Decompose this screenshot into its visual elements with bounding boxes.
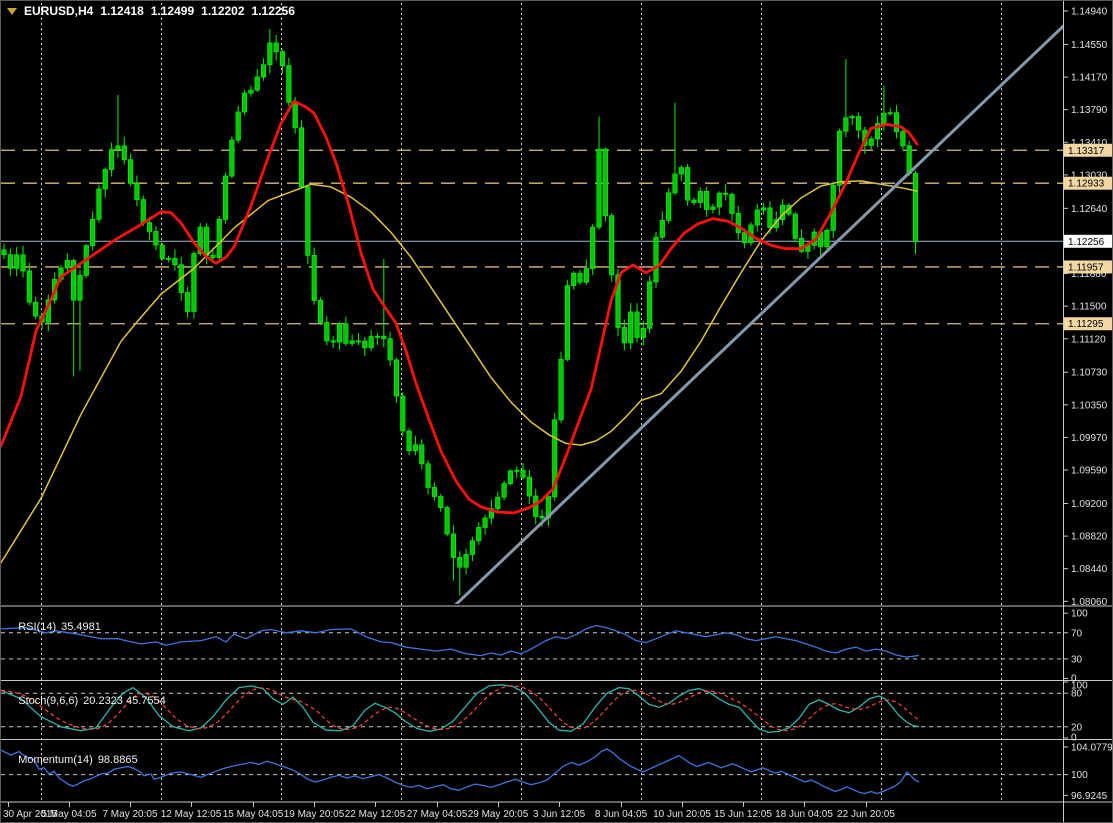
chart-title-bar: EURUSD,H4 1.12418 1.12499 1.12202 1.1225… — [7, 4, 295, 18]
svg-text:1.08440: 1.08440 — [1071, 564, 1108, 575]
svg-text:104.0779: 104.0779 — [1071, 743, 1113, 754]
svg-text:70: 70 — [1071, 628, 1083, 639]
momentum-axis[interactable]: 104.0779 100 96.9245 — [1063, 743, 1113, 802]
chart-window: EURUSD,H4 1.12418 1.12499 1.12202 1.1225… — [0, 0, 1113, 823]
svg-text:8 Jun 04:05: 8 Jun 04:05 — [595, 809, 648, 820]
svg-text:7 May 20:05: 7 May 20:05 — [102, 809, 157, 820]
svg-text:80: 80 — [1071, 689, 1083, 700]
ohlc-low: 1.12202 — [201, 4, 244, 18]
svg-text:100: 100 — [1071, 770, 1088, 781]
momentum-panel-label: Momentum(14)98.8865 — [6, 742, 143, 778]
svg-text:1.14940: 1.14940 — [1071, 7, 1108, 18]
svg-text:3 Jun 12:05: 3 Jun 12:05 — [533, 809, 586, 820]
svg-text:1.11957: 1.11957 — [1068, 262, 1104, 273]
svg-text:29 May 20:05: 29 May 20:05 — [468, 809, 529, 820]
svg-text:1.12933: 1.12933 — [1068, 179, 1105, 190]
price-axis[interactable]: 1.149401.145501.141701.137901.134101.130… — [1063, 7, 1113, 608]
rsi-axis[interactable]: 10070300 — [1063, 609, 1088, 685]
svg-text:1.11295: 1.11295 — [1068, 319, 1104, 330]
ohlc-open: 1.12418 — [100, 4, 143, 18]
svg-text:1.13317: 1.13317 — [1068, 146, 1105, 157]
svg-text:1.09200: 1.09200 — [1071, 499, 1108, 510]
svg-text:1.08820: 1.08820 — [1071, 532, 1108, 543]
svg-text:30: 30 — [1071, 654, 1083, 665]
slow-ma-yellow-line — [1, 181, 917, 563]
svg-text:1.13790: 1.13790 — [1071, 105, 1108, 116]
level-price-tag: 1.12933 — [1064, 177, 1113, 190]
rsi-line — [1, 626, 919, 657]
svg-text:1.11120: 1.11120 — [1071, 334, 1106, 345]
svg-text:1.11500: 1.11500 — [1071, 302, 1107, 313]
stochastic-panel-label: Stoch(9,6,6)20.2323 45.7554 — [6, 683, 171, 719]
svg-text:15 Jun 12:05: 15 Jun 12:05 — [714, 809, 772, 820]
fast-ma-red-line — [1, 101, 917, 513]
svg-text:22 May 12:05: 22 May 12:05 — [345, 809, 406, 820]
svg-text:1.08060: 1.08060 — [1071, 597, 1108, 608]
svg-text:19 May 20:05: 19 May 20:05 — [284, 809, 345, 820]
svg-text:1.10350: 1.10350 — [1071, 400, 1108, 411]
symbol-label: EURUSD,H4 — [24, 4, 93, 18]
level-price-tag: 1.11957 — [1064, 260, 1113, 273]
svg-text:12 May 12:05: 12 May 12:05 — [161, 809, 222, 820]
time-axis[interactable]: 30 Apr 20155 May 04:057 May 20:0512 May … — [3, 802, 895, 820]
svg-text:1.14170: 1.14170 — [1071, 73, 1108, 84]
svg-text:27 May 04:05: 27 May 04:05 — [407, 809, 468, 820]
svg-text:1.10730: 1.10730 — [1071, 368, 1108, 379]
level-price-tag: 1.13317 — [1064, 144, 1113, 157]
symbol-collapse-icon[interactable] — [7, 8, 17, 15]
rsi-panel[interactable] — [1, 626, 1063, 659]
svg-text:5 May 04:05: 5 May 04:05 — [41, 809, 96, 820]
momentum-panel[interactable] — [1, 749, 1063, 794]
svg-text:1.12256: 1.12256 — [1068, 237, 1105, 248]
svg-text:15 May 04:05: 15 May 04:05 — [223, 809, 284, 820]
rsi-panel-label: RSI(14)35.4981 — [6, 609, 106, 645]
svg-text:100: 100 — [1071, 609, 1088, 620]
svg-text:18 Jun 04:05: 18 Jun 04:05 — [775, 809, 833, 820]
svg-text:22 Jun 20:05: 22 Jun 20:05 — [837, 809, 895, 820]
svg-text:1.09970: 1.09970 — [1071, 433, 1108, 444]
svg-text:1.09590: 1.09590 — [1071, 466, 1108, 477]
svg-text:1.12640: 1.12640 — [1071, 204, 1108, 215]
candles — [2, 29, 918, 595]
svg-text:96.9245: 96.9245 — [1071, 791, 1108, 802]
current-price-tag: 1.12256 — [1064, 235, 1113, 248]
main-price-panel[interactable] — [1, 9, 1081, 607]
ohlc-high: 1.12499 — [151, 4, 194, 18]
svg-text:10 Jun 20:05: 10 Jun 20:05 — [653, 809, 711, 820]
svg-text:1.14550: 1.14550 — [1071, 40, 1108, 51]
ascending-trendline[interactable] — [453, 9, 1081, 607]
stoch-axis[interactable]: 10080200 — [1063, 681, 1088, 744]
level-price-tag: 1.11295 — [1064, 317, 1113, 330]
ohlc-close: 1.12256 — [252, 4, 295, 18]
